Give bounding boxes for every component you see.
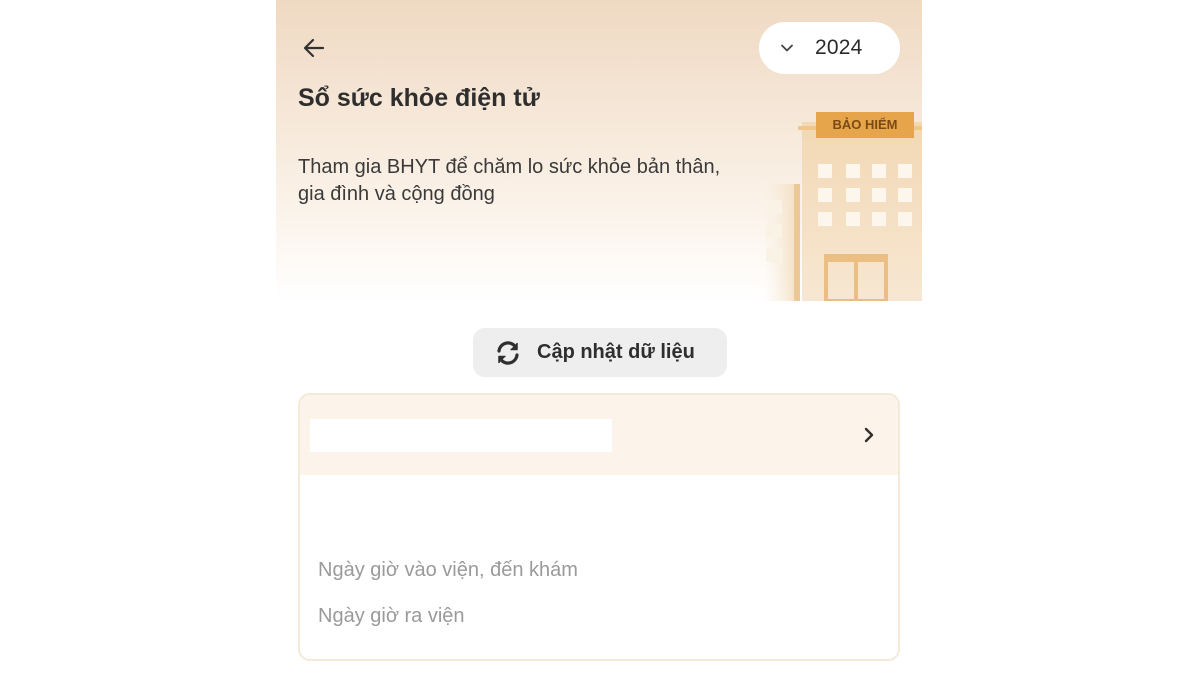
chevron-right-icon [858, 424, 880, 446]
refresh-data-label: Cập nhật dữ liệu [537, 341, 695, 363]
record-card-header[interactable] [300, 395, 898, 475]
medical-record-card: Ngày giờ vào viện, đến khám Ngày giờ ra … [298, 393, 900, 661]
back-button[interactable] [298, 32, 330, 64]
year-select[interactable]: 2024 [759, 22, 900, 74]
insurance-building-illustration: BẢO HIỂM [754, 108, 922, 301]
page-subtitle: Tham gia BHYT để chăm lo sức khỏe bản th… [298, 156, 721, 205]
admission-datetime-label: Ngày giờ vào viện, đến khám [318, 559, 578, 581]
refresh-icon [493, 338, 523, 368]
insurance-sign-text: BẢO HIỂM [832, 117, 898, 132]
page-title: Sổ sức khỏe điện tử [298, 84, 540, 112]
record-name [310, 419, 612, 452]
arrow-left-icon [301, 35, 327, 61]
chevron-down-icon [779, 40, 795, 56]
health-book-screen: 2024 Sổ sức khỏe điện tử Tham gia BHYT đ… [276, 0, 922, 675]
discharge-datetime-label: Ngày giờ ra viện [318, 605, 465, 627]
hero-banner: 2024 Sổ sức khỏe điện tử Tham gia BHYT đ… [276, 0, 922, 301]
year-value: 2024 [815, 36, 863, 59]
refresh-data-button[interactable]: Cập nhật dữ liệu [473, 328, 727, 377]
